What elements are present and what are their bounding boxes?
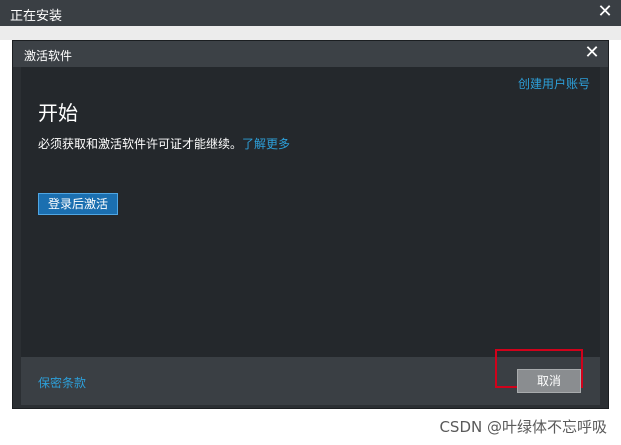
- installer-title: 正在安装: [10, 9, 63, 24]
- create-account-link[interactable]: 创建用户账号: [518, 75, 590, 92]
- installer-window: 正在安装 ✕ 激活软件 ✕ 创建用户账号 开始 必须获取和激活软件许可证才能继续…: [0, 0, 621, 445]
- login-activate-button[interactable]: 登录后激活: [38, 193, 118, 215]
- license-required-text: 必须获取和激活软件许可证才能继续。: [38, 137, 243, 151]
- dialog-close-icon[interactable]: ✕: [582, 43, 602, 63]
- page-heading: 开始: [38, 101, 78, 125]
- privacy-link[interactable]: 保密条款: [38, 374, 86, 391]
- dialog-titlebar: 激活软件 ✕: [13, 41, 608, 67]
- cancel-button[interactable]: 取消: [517, 369, 581, 393]
- learn-more-link[interactable]: 了解更多: [242, 137, 290, 151]
- activation-dialog: 激活软件 ✕ 创建用户账号 开始 必须获取和激活软件许可证才能继续。了解更多 登…: [12, 40, 609, 409]
- installer-titlebar: 正在安装 ✕: [0, 0, 621, 26]
- csdn-watermark: CSDN @叶绿体不忘呼吸: [439, 418, 607, 436]
- dialog-title: 激活软件: [24, 49, 73, 63]
- installer-background-strip: [0, 26, 621, 40]
- description-text: 必须获取和激活软件许可证才能继续。了解更多: [38, 135, 290, 152]
- dialog-content: 创建用户账号 开始 必须获取和激活软件许可证才能继续。了解更多 登录后激活: [21, 67, 600, 357]
- installer-close-icon[interactable]: ✕: [595, 2, 615, 22]
